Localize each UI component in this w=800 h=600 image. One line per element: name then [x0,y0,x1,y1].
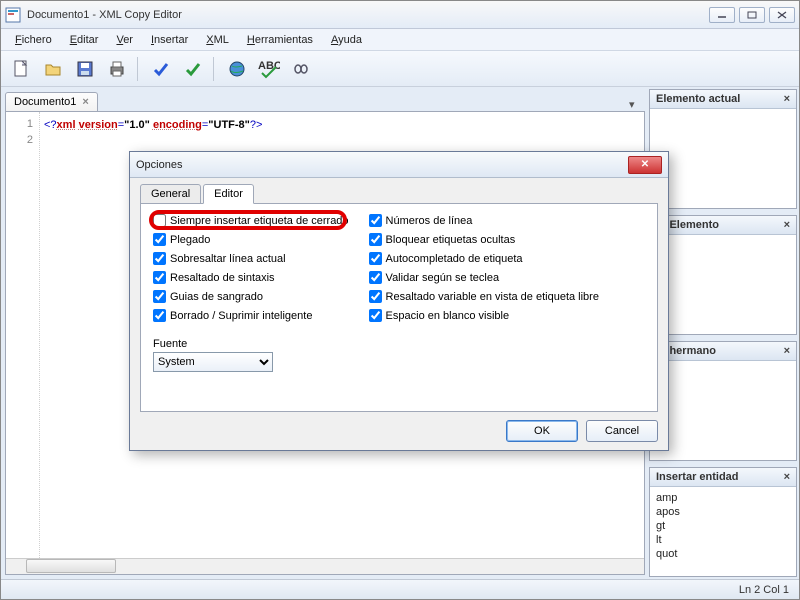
opt-bloquear[interactable]: Bloquear etiquetas ocultas [369,233,599,246]
opt-espacio[interactable]: Espacio en blanco visible [369,309,599,322]
main-window: Documento1 - XML Copy Editor Fichero Edi… [0,0,800,600]
check-blue-icon[interactable] [147,55,175,83]
document-tab[interactable]: Documento1 × [5,92,98,111]
entity-item[interactable]: amp [656,491,790,505]
menu-xml[interactable]: XML [198,32,237,48]
open-file-icon[interactable] [39,55,67,83]
cursor-position: Ln 2 Col 1 [739,584,789,596]
menu-editar[interactable]: Editar [62,32,107,48]
toolbar: ABC [1,51,799,87]
tab-editor[interactable]: Editor [203,184,254,204]
link-icon[interactable] [287,55,315,83]
app-icon [5,7,21,23]
fuente-label: Fuente [153,338,349,350]
tab-close-icon[interactable]: × [82,96,88,108]
dialog-title: Opciones [136,159,628,171]
line-gutter: 1 2 [6,112,40,574]
panel-insertar-elemento: ar Elemento× [649,215,797,335]
opt-close-tag[interactable]: Siempre insertar etiqueta de cerrado [153,214,349,227]
spellcheck-icon[interactable]: ABC [255,55,283,83]
menu-ver[interactable]: Ver [108,32,141,48]
entity-item[interactable]: gt [656,519,790,533]
options-dialog: Opciones ✕ General Editor Siempre insert… [129,151,669,451]
check-green-icon[interactable] [179,55,207,83]
tab-general[interactable]: General [140,184,201,204]
panel-close-icon[interactable]: × [784,219,790,231]
menubar: Fichero Editar Ver Insertar XML Herramie… [1,29,799,51]
panel-close-icon[interactable]: × [784,345,790,357]
statusbar: Ln 2 Col 1 [1,579,799,599]
opt-sangrado[interactable]: Guias de sangrado [153,290,349,303]
dialog-close-button[interactable]: ✕ [628,156,662,174]
panel-elemento-actual: Elemento actual× [649,89,797,209]
new-file-icon[interactable] [7,55,35,83]
menu-fichero[interactable]: Fichero [7,32,60,48]
globe-icon[interactable] [223,55,251,83]
menu-herramientas[interactable]: Herramientas [239,32,321,48]
opt-sobresaltar[interactable]: Sobresaltar línea actual [153,252,349,265]
print-icon[interactable] [103,55,131,83]
opt-borrado[interactable]: Borrado / Suprimir inteligente [153,309,349,322]
horizontal-scrollbar[interactable] [6,558,644,574]
tabs-dropdown-icon[interactable]: ▾ [629,98,645,111]
entity-item[interactable]: apos [656,505,790,519]
panel-insertar-hermano: ar hermano× [649,341,797,461]
document-tab-label: Documento1 [14,96,76,108]
svg-text:ABC: ABC [258,60,280,72]
save-icon[interactable] [71,55,99,83]
opt-validar[interactable]: Validar según se teclea [369,271,599,284]
dialog-page-editor: Siempre insertar etiqueta de cerrado Ple… [140,203,658,412]
opt-sintaxis[interactable]: Resaltado de sintaxis [153,271,349,284]
menu-insertar[interactable]: Insertar [143,32,196,48]
opt-plegado[interactable]: Plegado [153,233,349,246]
ok-button[interactable]: OK [506,420,578,442]
fuente-select[interactable]: System [153,352,273,372]
window-title: Documento1 - XML Copy Editor [27,9,709,21]
maximize-button[interactable] [739,7,765,23]
titlebar: Documento1 - XML Copy Editor [1,1,799,29]
opt-autocompletado[interactable]: Autocompletado de etiqueta [369,252,599,265]
panel-close-icon[interactable]: × [784,471,790,483]
entity-item[interactable]: lt [656,533,790,547]
panel-insertar-entidad: Insertar entidad× amp apos gt lt quot [649,467,797,577]
menu-ayuda[interactable]: Ayuda [323,32,370,48]
panel-close-icon[interactable]: × [784,93,790,105]
minimize-button[interactable] [709,7,735,23]
opt-lineas[interactable]: Números de línea [369,214,599,227]
cancel-button[interactable]: Cancel [586,420,658,442]
entity-item[interactable]: quot [656,547,790,561]
close-button[interactable] [769,7,795,23]
opt-resaltado-variable[interactable]: Resaltado variable en vista de etiqueta … [369,290,599,303]
